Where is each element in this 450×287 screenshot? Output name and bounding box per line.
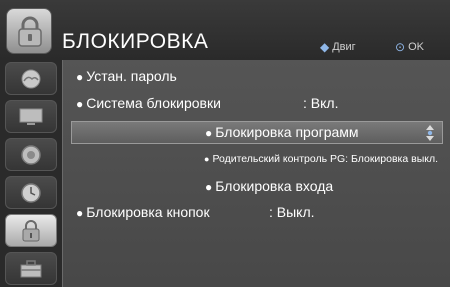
monitor-icon (19, 108, 43, 125)
bullet-icon: ● (204, 154, 210, 164)
key-lock-value: : Выкл. (269, 204, 315, 220)
bullet-icon: ● (205, 126, 213, 140)
sidebar-item-lock[interactable] (5, 214, 57, 247)
lock-menu-window: БЛОКИРОВКА ◆ Двиг ⊙ OK ● Устан. пароль ●… (0, 0, 450, 287)
bullet-icon: ● (76, 206, 84, 220)
ok-hint: ⊙ OK (395, 40, 424, 54)
move-hint: ◆ Двиг (320, 40, 356, 54)
menu-item-program-lock[interactable]: ● Блокировка программ (205, 124, 359, 140)
sidebar-item-audio[interactable] (5, 138, 57, 171)
padlock-icon (22, 219, 40, 241)
menu-item-input-lock[interactable]: ● Блокировка входа (205, 178, 333, 194)
clock-icon (21, 182, 41, 203)
menu-item-label: Устан. пароль (86, 68, 177, 84)
sidebar-item-picture[interactable] (5, 62, 57, 95)
menu-item-label: Блокировка программ (215, 124, 359, 140)
picture-icon (21, 69, 41, 88)
category-sidebar (0, 60, 62, 287)
ok-hint-label: OK (408, 41, 424, 53)
menu-item-lock-system[interactable]: ● Система блокировки : Вкл. (76, 95, 446, 111)
menu-header: БЛОКИРОВКА ◆ Двиг ⊙ OK (0, 0, 450, 60)
move-hint-label: Двиг (332, 41, 356, 53)
bullet-icon: ● (76, 70, 84, 84)
ok-button-icon: ⊙ (395, 40, 406, 54)
bullet-icon: ● (205, 180, 213, 194)
menu-item-label: Система блокировки (86, 95, 221, 111)
menu-item-key-lock[interactable]: ● Блокировка кнопок : Выкл. (76, 204, 446, 220)
lock-settings-panel: ● Устан. пароль ● Система блокировки : Вкл… (62, 60, 450, 287)
page-title: БЛОКИРОВКА (62, 30, 209, 53)
lock-system-value: : Вкл. (303, 95, 339, 111)
lock-category-icon (6, 8, 52, 54)
up-down-arrow-icon (426, 125, 434, 141)
menu-item-parental-control[interactable]: ● Родительский контроль PG: Блокировка вы… (204, 153, 438, 165)
bullet-icon: ● (76, 97, 84, 111)
toolbox-icon (20, 259, 42, 277)
menu-item-label: Блокировка входа (215, 178, 334, 194)
sidebar-item-time[interactable] (5, 176, 57, 209)
sidebar-item-screen[interactable] (5, 100, 57, 133)
menu-item-label: Блокировка кнопок (86, 204, 210, 220)
menu-item-set-password[interactable]: ● Устан. пароль (76, 68, 177, 84)
sidebar-item-option[interactable] (5, 252, 57, 285)
navigation-arrows-icon: ◆ (320, 40, 330, 54)
menu-item-label: Родительский контроль PG: Блокировка вык… (212, 153, 439, 165)
speaker-icon (21, 144, 41, 165)
